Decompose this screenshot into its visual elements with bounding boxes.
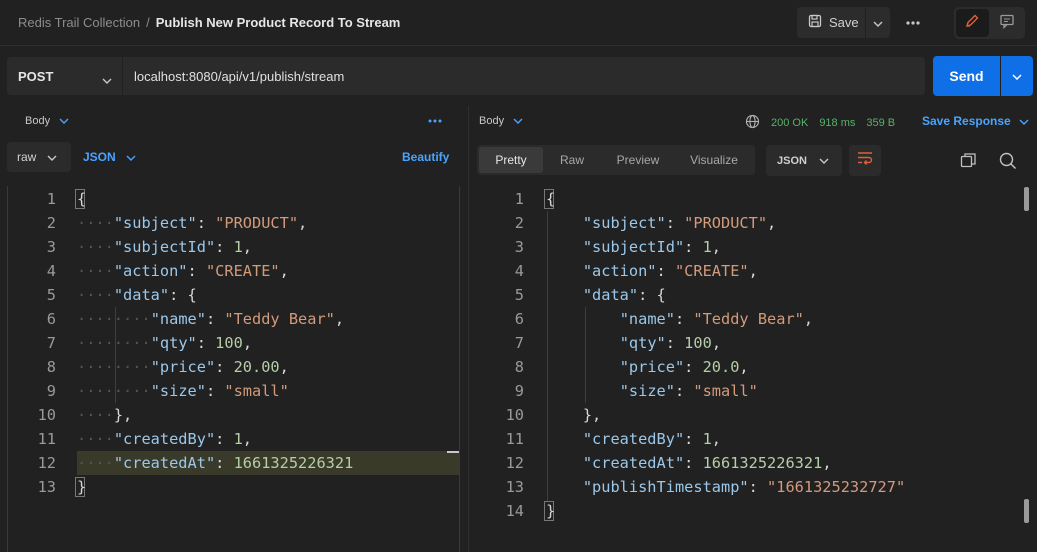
save-button[interactable]: Save: [797, 7, 865, 38]
pencil-icon: [964, 13, 980, 34]
response-format-label: JSON: [777, 154, 807, 167]
status-code[interactable]: 200 OK: [771, 117, 808, 129]
body-language-label: JSON: [83, 150, 116, 164]
breadcrumb-separator: /: [146, 15, 150, 30]
save-response-label: Save Response: [922, 114, 1011, 128]
copy-button[interactable]: [960, 152, 977, 174]
response-line-numbers: 1 2 3 4 5 6 7 8 9 10 11 12 13 14: [505, 190, 524, 520]
more-icon: [427, 118, 443, 135]
breadcrumb-request[interactable]: Publish New Product Record To Stream: [156, 15, 401, 30]
edit-mode-button[interactable]: [956, 9, 989, 37]
request-line-numbers: 1 2 3 4 5 6 7 8 9 10 11 12 13: [37, 190, 56, 496]
text-cursor: [447, 451, 459, 453]
globe-icon[interactable]: [745, 114, 760, 132]
mode-switch: [954, 7, 1025, 39]
top-bar: Redis Trail Collection / Publish New Produ…: [0, 0, 1037, 46]
response-body-tab[interactable]: Body: [479, 115, 523, 127]
tab-raw[interactable]: Raw: [543, 147, 601, 173]
chevron-down-icon: [1019, 114, 1029, 128]
breadcrumb: Redis Trail Collection / Publish New Produ…: [18, 15, 400, 30]
send-group: Send: [933, 56, 1033, 96]
response-size[interactable]: 359 B: [866, 117, 895, 129]
request-body-label: Body: [25, 115, 51, 127]
send-button[interactable]: Send: [933, 56, 1000, 96]
wrap-icon: [857, 151, 873, 170]
breadcrumb-collection[interactable]: Redis Trail Collection: [18, 15, 140, 30]
save-icon: [808, 14, 822, 31]
save-label: Save: [829, 15, 859, 30]
response-format-select[interactable]: JSON: [766, 145, 842, 176]
comment-icon: [999, 13, 1015, 34]
save-group: Save: [797, 7, 890, 38]
send-options-button[interactable]: [1001, 56, 1033, 96]
url-text: localhost:8080/api/v1/publish/stream: [134, 68, 345, 84]
body-mode-label: raw: [17, 150, 37, 164]
response-meta: 200 OK 918 ms 359 B: [745, 114, 895, 132]
more-actions-button[interactable]: [905, 13, 921, 38]
chevron-down-icon: [59, 115, 69, 127]
chevron-down-icon: [126, 150, 136, 164]
search-icon: [999, 152, 1017, 174]
url-input[interactable]: localhost:8080/api/v1/publish/stream: [123, 57, 925, 95]
chevron-down-icon: [513, 115, 523, 127]
chevron-down-icon: [1012, 67, 1022, 85]
request-body-editor[interactable]: { ····"subject": "PRODUCT", ····"subject…: [77, 187, 353, 499]
tab-preview[interactable]: Preview: [601, 147, 675, 173]
request-body-tab[interactable]: Body: [25, 115, 69, 127]
beautify-button[interactable]: Beautify: [402, 150, 449, 164]
tab-pretty[interactable]: Pretty: [479, 147, 543, 173]
body-language-select[interactable]: JSON: [83, 150, 136, 164]
save-options-button[interactable]: [866, 7, 890, 38]
method-select[interactable]: POST: [7, 57, 122, 95]
tab-visualize[interactable]: Visualize: [675, 147, 753, 173]
response-body-viewer[interactable]: { "subject": "PRODUCT", "subjectId": 1, …: [546, 187, 905, 523]
request-more-button[interactable]: [427, 111, 443, 136]
method-label: POST: [18, 68, 54, 84]
save-response-button[interactable]: Save Response: [922, 114, 1029, 128]
response-view-tabs: Pretty Raw Preview Visualize: [477, 145, 755, 175]
editor-border-left: [7, 186, 8, 552]
pane-divider[interactable]: [468, 106, 469, 552]
comments-mode-button[interactable]: [991, 9, 1024, 37]
copy-icon: [960, 153, 977, 173]
editor-border-right: [459, 186, 460, 552]
chevron-down-icon: [873, 14, 883, 32]
response-body-label: Body: [479, 115, 505, 127]
search-button[interactable]: [999, 152, 1017, 175]
body-mode-select[interactable]: raw: [7, 142, 71, 172]
response-time[interactable]: 918 ms: [819, 117, 855, 129]
scrollbar-top[interactable]: [1024, 187, 1029, 211]
chevron-down-icon: [47, 150, 57, 164]
more-icon: [905, 20, 921, 37]
scrollbar-bottom[interactable]: [1024, 499, 1029, 523]
chevron-down-icon: [102, 72, 112, 87]
chevron-down-icon: [819, 155, 829, 167]
wrap-lines-button[interactable]: [849, 145, 881, 176]
